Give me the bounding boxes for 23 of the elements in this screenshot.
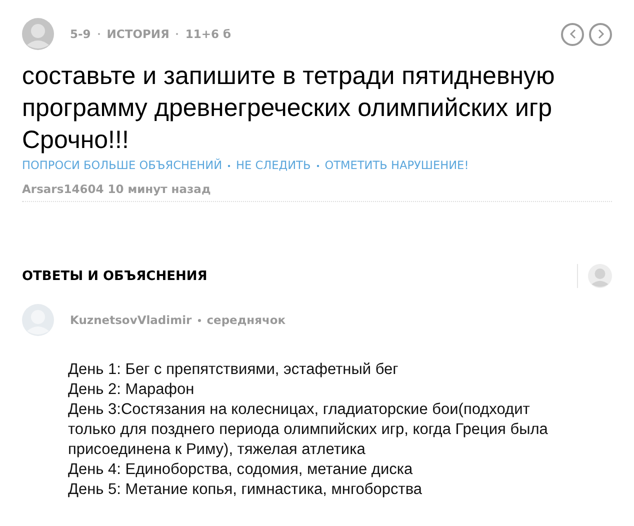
action-link[interactable]: ПОПРОСИ БОЛЬШЕ ОБЪЯСНЕНИЙ <box>22 159 222 172</box>
answer-line: День 4: Единоборства, содомия, метание диска <box>68 460 414 480</box>
answerer-avatar <box>22 304 54 336</box>
answer-line: День 5: Метание копья, гимнастика, мнгоборства <box>68 480 424 500</box>
next-button[interactable] <box>589 22 612 46</box>
question-author: Arsars14604 10 минут назад <box>22 182 211 196</box>
question-title: составьте и запишите в тетради пятидневную программу древнегреческих олимпийских игр Срочно!!! <box>22 61 556 156</box>
user-avatar <box>22 18 54 50</box>
answer-line: День 1: Бег с препятствиями, эстафетный бег <box>68 360 400 380</box>
user-avatar <box>588 264 612 288</box>
chevron-right-icon <box>596 29 604 39</box>
answer-line: День 3:Состязания на колесницах, гладиаторские бои(подходит только для позднего периода олимпийских игр, когда Греция была присоединена к Риму), тяжелая атлетика <box>68 400 549 460</box>
answers-heading: ОТВЕТЫ И ОБЪЯСНЕНИЯ <box>22 268 208 284</box>
chevron-left-icon <box>568 29 576 39</box>
subject-meta: ИСТОРИЯ <box>106 27 170 41</box>
subject-meta: 11+6 б <box>185 27 232 41</box>
action-link[interactable]: ОТМЕТИТЬ НАРУШЕНИЕ! <box>324 159 469 172</box>
author-rank: середнячок <box>206 313 286 327</box>
previous-button[interactable] <box>561 22 584 46</box>
subject-meta: 5-9 <box>70 27 91 41</box>
answer-author[interactable]: KuznetsovVladimir <box>70 313 192 327</box>
action-link[interactable]: НЕ СЛЕДИТЬ <box>236 159 311 172</box>
answer-line: День 2: Марафон <box>68 380 196 400</box>
